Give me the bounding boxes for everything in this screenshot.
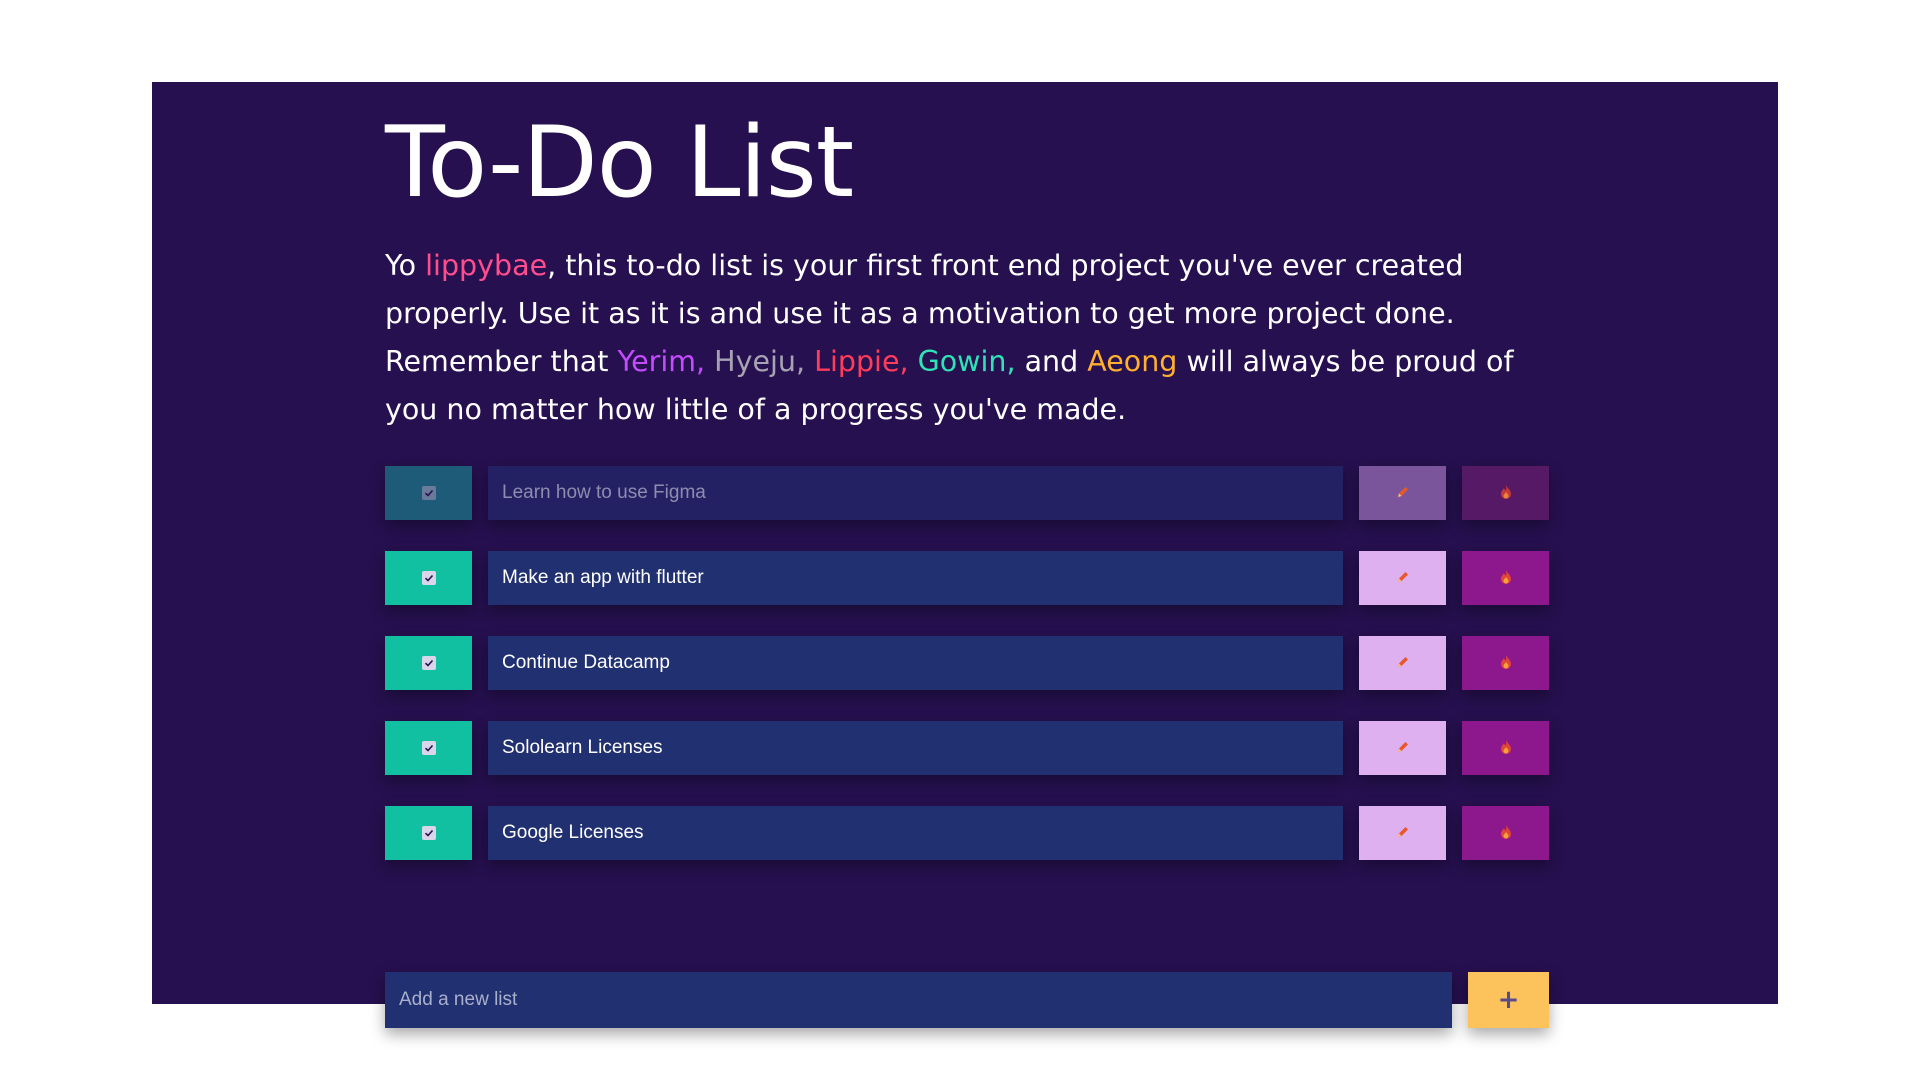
- fire-icon: [1499, 824, 1513, 843]
- fire-icon: [1499, 654, 1513, 673]
- page-title: To-Do List: [385, 106, 854, 220]
- pencil-icon: [1395, 569, 1411, 588]
- friend-lippie: Lippie,: [814, 345, 909, 378]
- edit-button[interactable]: [1359, 466, 1446, 520]
- friend-hyeju: Hyeju,: [714, 345, 806, 378]
- new-task-input[interactable]: [385, 972, 1452, 1028]
- complete-button[interactable]: [385, 806, 472, 860]
- todo-row: [385, 721, 1549, 775]
- complete-button[interactable]: [385, 466, 472, 520]
- complete-button[interactable]: [385, 551, 472, 605]
- complete-button[interactable]: [385, 721, 472, 775]
- checkbox-check-icon: [421, 826, 436, 840]
- delete-button[interactable]: [1462, 806, 1549, 860]
- add-task-form: +: [385, 972, 1549, 1028]
- edit-button[interactable]: [1359, 721, 1446, 775]
- todo-row: [385, 806, 1549, 860]
- edit-button[interactable]: [1359, 806, 1446, 860]
- pencil-icon: [1395, 824, 1411, 843]
- delete-button[interactable]: [1462, 466, 1549, 520]
- task-input[interactable]: [488, 721, 1343, 775]
- fire-icon: [1499, 484, 1513, 503]
- fire-icon: [1499, 739, 1513, 758]
- checkbox-check-icon: [421, 656, 436, 670]
- todo-row: [385, 636, 1549, 690]
- intro-text: Yo lippybae, this to-do list is your fir…: [385, 242, 1549, 434]
- friend-gowin: Gowin,: [917, 345, 1016, 378]
- intro-part1: Yo: [385, 249, 426, 282]
- edit-button[interactable]: [1359, 551, 1446, 605]
- intro-and: and: [1024, 345, 1079, 378]
- delete-button[interactable]: [1462, 636, 1549, 690]
- app-container: To-Do List Yo lippybae, this to-do list …: [152, 82, 1778, 1028]
- checkbox-check-icon: [421, 486, 436, 500]
- intro-name: lippybae: [425, 249, 548, 282]
- delete-button[interactable]: [1462, 721, 1549, 775]
- pencil-icon: [1395, 484, 1411, 503]
- pencil-icon: [1395, 654, 1411, 673]
- complete-button[interactable]: [385, 636, 472, 690]
- task-input[interactable]: [488, 551, 1343, 605]
- friend-yerim: Yerim,: [617, 345, 706, 378]
- pencil-icon: [1395, 739, 1411, 758]
- task-input[interactable]: [488, 806, 1343, 860]
- delete-button[interactable]: [1462, 551, 1549, 605]
- edit-button[interactable]: [1359, 636, 1446, 690]
- friend-aeong: Aeong: [1087, 345, 1178, 378]
- checkbox-check-icon: [421, 741, 436, 755]
- task-input[interactable]: [488, 466, 1343, 520]
- fire-icon: [1499, 569, 1513, 588]
- todo-row: [385, 466, 1549, 520]
- checkbox-check-icon: [421, 571, 436, 585]
- task-input[interactable]: [488, 636, 1343, 690]
- add-task-button[interactable]: +: [1468, 972, 1549, 1028]
- todo-row: [385, 551, 1549, 605]
